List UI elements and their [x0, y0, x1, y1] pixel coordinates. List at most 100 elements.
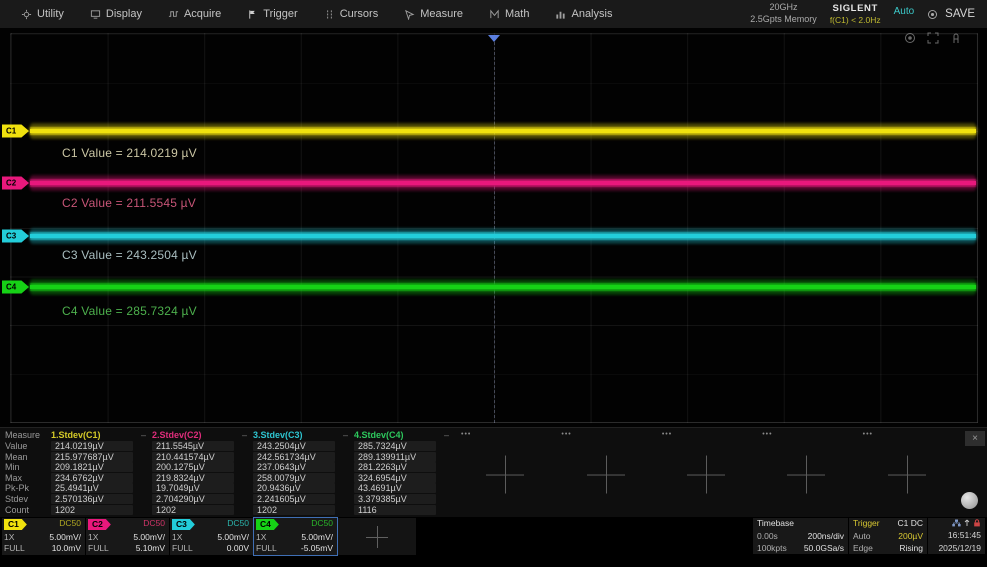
menu-display[interactable]: Display — [77, 0, 155, 28]
wifi-icon — [963, 519, 971, 527]
measure-slot-empty-1: ••• — [455, 430, 555, 515]
menu-cursors[interactable]: Cursors — [311, 0, 392, 28]
add-measurement-button[interactable] — [787, 455, 825, 493]
collapse-dash[interactable]: – — [242, 430, 247, 440]
slot-menu-ellipsis[interactable]: ••• — [662, 431, 672, 438]
menu-math[interactable]: Math — [476, 0, 542, 28]
waveform-area: C1 C1 Value = 214.0219 µV C2 C2 Value = … — [0, 28, 987, 427]
measure-column-c2: 2.Stdev(C2)– 211.5545µV 210.441574µV 200… — [152, 430, 253, 515]
measure-row-labels: Measure Value Mean Min Max Pk-Pk Stdev C… — [5, 430, 51, 515]
menu-utility[interactable]: Utility — [8, 0, 77, 28]
slot-menu-ellipsis[interactable]: ••• — [762, 431, 772, 438]
save-label: SAVE — [945, 8, 975, 20]
menu-trigger[interactable]: Trigger — [234, 0, 310, 28]
menu-cursors-label: Cursors — [340, 8, 379, 20]
utility-icon — [21, 9, 32, 20]
c2-coupling: DC50 — [143, 519, 165, 530]
measure-slot-empty-2: ••• — [555, 430, 655, 515]
collapse-dash[interactable]: – — [444, 430, 449, 440]
clock-time: 16:51:45 — [948, 531, 981, 540]
bandwidth-readout: 20GHz — [750, 2, 817, 14]
channel-box-c4[interactable]: C4 DC50 1X5.00mV/ FULL-5.05mV — [254, 518, 337, 555]
add-channel-button[interactable] — [338, 518, 416, 555]
menu-analysis-label: Analysis — [571, 8, 612, 20]
timebase-scale: 200ns/div — [808, 532, 844, 541]
brand-logo: SIGLENT — [830, 3, 881, 14]
menubar: Utility Display Acquire Trigger Cursors … — [0, 0, 987, 28]
add-measurement-button[interactable] — [486, 455, 524, 493]
measure-header-c2[interactable]: 2.Stdev(C2) — [152, 430, 202, 440]
status-cluster: Timebase 0.00s 200ns/div 100kpts 50.0GSa/s… — [753, 518, 985, 554]
camera-icon[interactable] — [904, 32, 916, 44]
channel-box-c2[interactable]: C2 DC50 1X5.00mV/ FULL5.10mV — [86, 518, 169, 555]
trigger-mode: Auto — [853, 532, 871, 541]
timebase-points: 100kpts — [757, 544, 787, 553]
analysis-icon — [555, 9, 566, 20]
channel-box-c1[interactable]: C1 DC50 1X5.00mV/ FULL10.0mV — [2, 518, 85, 555]
measure-panel: Measure Value Mean Min Max Pk-Pk Stdev C… — [0, 427, 987, 517]
timebase-title: Timebase — [757, 519, 794, 528]
trigger-level: 200µV — [898, 532, 923, 541]
menu-acquire-label: Acquire — [184, 8, 221, 20]
trigger-source: C1 DC — [897, 519, 923, 528]
acquisition-info: 20GHz 2.5Gpts Memory — [750, 2, 817, 25]
fullscreen-icon[interactable] — [927, 32, 939, 44]
timebase-delay: 0.00s — [757, 532, 778, 541]
measure-column-c4: 4.Stdev(C4)– 285.7324µV 289.139911µV 281… — [354, 430, 455, 515]
frequency-counter: f(C1) < 2.0Hz — [830, 15, 881, 25]
gesture-icon[interactable] — [950, 32, 962, 44]
measure-header-c4[interactable]: 4.Stdev(C4) — [354, 430, 404, 440]
c4-value-readout: C4 Value = 285.7324 µV — [62, 304, 197, 318]
lan-icon — [952, 519, 961, 527]
add-measurement-button[interactable] — [587, 455, 625, 493]
menu-trigger-label: Trigger — [263, 8, 297, 20]
clock-date: 2025/12/19 — [938, 544, 981, 553]
memory-readout: 2.5Gpts Memory — [750, 14, 817, 26]
save-icon — [927, 9, 938, 20]
measure-header-c1[interactable]: 1.Stdev(C1) — [51, 430, 101, 440]
c2-value-readout: C2 Value = 211.5545 µV — [62, 196, 196, 210]
c4-coupling: DC50 — [311, 519, 333, 530]
menu-display-label: Display — [106, 8, 142, 20]
menu-measure[interactable]: Measure — [391, 0, 476, 28]
menu-analysis[interactable]: Analysis — [542, 0, 625, 28]
waveform-corner-icons — [904, 32, 962, 44]
trigger-position-marker[interactable] — [488, 35, 500, 42]
slot-menu-ellipsis[interactable]: ••• — [863, 431, 873, 438]
save-button[interactable]: SAVE — [927, 8, 975, 20]
menu-measure-label: Measure — [420, 8, 463, 20]
c2-badge: C2 — [88, 519, 111, 530]
sample-rate: 50.0GSa/s — [804, 544, 844, 553]
c1-badge: C1 — [4, 519, 27, 530]
trigger-icon — [247, 9, 258, 20]
menu-math-label: Math — [505, 8, 529, 20]
timebase-box[interactable]: Timebase 0.00s 200ns/div 100kpts 50.0GSa/s — [753, 518, 848, 554]
c1-coupling: DC50 — [59, 519, 81, 530]
c3-badge: C3 — [172, 519, 195, 530]
status-icons — [932, 519, 981, 527]
acquisition-status: Auto — [894, 2, 915, 17]
slot-menu-ellipsis[interactable]: ••• — [561, 431, 571, 438]
system-status-box[interactable]: 16:51:45 2025/12/19 — [928, 518, 985, 554]
measure-slot-empty-5: ••• — [857, 430, 957, 515]
floating-handle-button[interactable] — [961, 492, 978, 509]
c4-badge: C4 — [256, 519, 279, 530]
channel-bar: C1 DC50 1X5.00mV/ FULL10.0mV C2 DC50 1X5… — [0, 517, 987, 556]
slot-menu-ellipsis[interactable]: ••• — [461, 431, 471, 438]
add-measurement-button[interactable] — [888, 455, 926, 493]
channel-box-c3[interactable]: C3 DC50 1X5.00mV/ FULL0.00V — [170, 518, 253, 555]
measure-panel-close-button[interactable]: × — [965, 431, 985, 446]
display-icon — [90, 9, 101, 20]
plus-icon — [366, 526, 388, 548]
collapse-dash[interactable]: – — [343, 430, 348, 440]
cursors-icon — [324, 9, 335, 20]
trigger-slope: Rising — [899, 544, 923, 553]
menu-acquire[interactable]: Acquire — [155, 0, 234, 28]
math-icon — [489, 9, 500, 20]
add-measurement-button[interactable] — [687, 455, 725, 493]
collapse-dash[interactable]: – — [141, 430, 146, 440]
trigger-box[interactable]: TriggerC1 DC Auto200µV EdgeRising — [849, 518, 927, 554]
menubar-right: 20GHz 2.5Gpts Memory SIGLENT f(C1) < 2.0… — [750, 2, 979, 25]
c3-value-readout: C3 Value = 243.2504 µV — [62, 248, 197, 262]
measure-header-c3[interactable]: 3.Stdev(C3) — [253, 430, 303, 440]
